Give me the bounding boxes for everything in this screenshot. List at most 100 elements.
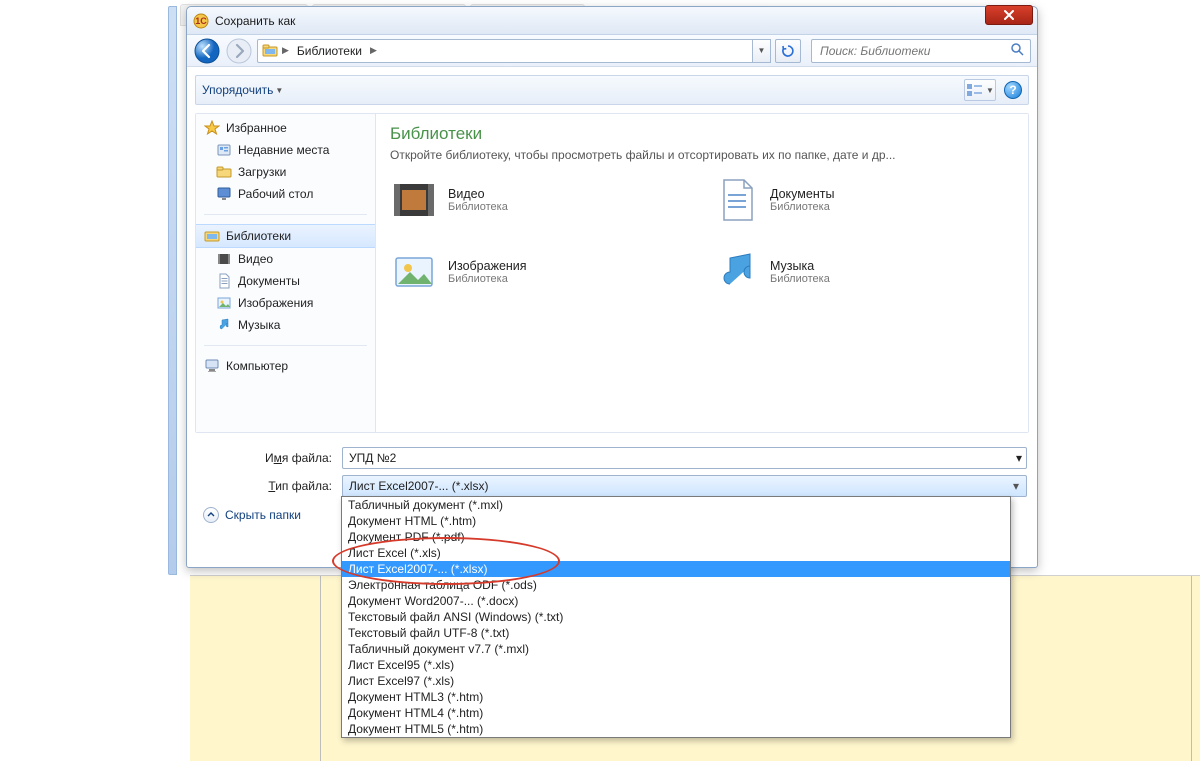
help-button[interactable]: ? bbox=[1004, 81, 1022, 99]
close-button[interactable] bbox=[985, 5, 1033, 25]
video-icon bbox=[216, 251, 232, 267]
filetype-option[interactable]: Табличный документ (*.mxl) bbox=[342, 497, 1010, 513]
filetype-option[interactable]: Документ Word2007-... (*.docx) bbox=[342, 593, 1010, 609]
chevron-right-icon[interactable]: ▶ bbox=[282, 45, 289, 56]
organize-label: Упорядочить bbox=[202, 83, 273, 97]
computer-icon bbox=[204, 358, 220, 374]
toolbar: Упорядочить ▼ ▼ ? bbox=[195, 75, 1029, 105]
nav-sidebar: Избранное Недавние места Загрузки Рабочи… bbox=[196, 114, 376, 432]
filename-value: УПД №2 bbox=[349, 451, 396, 465]
library-kind: Библиотека bbox=[770, 273, 830, 285]
sidebar-item-label: Документы bbox=[238, 274, 300, 288]
filetype-option[interactable]: Лист Excel97 (*.xls) bbox=[342, 673, 1010, 689]
libraries-icon bbox=[262, 43, 278, 59]
sidebar-favorites-root[interactable]: Избранное bbox=[196, 117, 375, 139]
breadcrumb-libraries[interactable]: Библиотеки bbox=[293, 42, 366, 60]
view-options-button[interactable]: ▼ bbox=[964, 79, 996, 101]
separator bbox=[204, 214, 367, 215]
filetype-option[interactable]: Лист Excel (*.xls) bbox=[342, 545, 1010, 561]
sidebar-item-label: Недавние места bbox=[238, 143, 329, 157]
save-as-dialog: 1C Сохранить как bbox=[186, 6, 1038, 568]
filetype-option[interactable]: Документ HTML3 (*.htm) bbox=[342, 689, 1010, 705]
chevron-right-icon[interactable]: ▶ bbox=[370, 45, 377, 56]
sidebar-item-videos[interactable]: Видео bbox=[196, 248, 375, 270]
sidebar-item-documents[interactable]: Документы bbox=[196, 270, 375, 292]
search-input[interactable] bbox=[818, 43, 1010, 59]
filetype-option[interactable]: Документ PDF (*.pdf) bbox=[342, 529, 1010, 545]
filetype-option[interactable]: Табличный документ v7.7 (*.mxl) bbox=[342, 641, 1010, 657]
address-bar[interactable]: ▶ Библиотеки ▶ bbox=[257, 39, 753, 63]
libraries-icon bbox=[204, 228, 220, 244]
dialog-body: Избранное Недавние места Загрузки Рабочи… bbox=[195, 113, 1029, 433]
library-name: Видео bbox=[448, 187, 508, 201]
sidebar-item-label: Изображения bbox=[238, 296, 313, 310]
filetype-dropdown-list[interactable]: Табличный документ (*.mxl)Документ HTML … bbox=[341, 496, 1011, 738]
pictures-icon bbox=[216, 295, 232, 311]
library-kind: Библиотека bbox=[448, 201, 508, 213]
library-name: Документы bbox=[770, 187, 834, 201]
document-icon bbox=[712, 176, 760, 224]
content-heading: Библиотеки bbox=[390, 124, 1014, 144]
titlebar[interactable]: 1C Сохранить как bbox=[187, 7, 1037, 35]
content-subtitle: Откройте библиотеку, чтобы просмотреть ф… bbox=[390, 148, 1014, 162]
library-item-documents[interactable]: ДокументыБиблиотека bbox=[712, 176, 1014, 224]
filetype-value: Лист Excel2007-... (*.xlsx) bbox=[349, 479, 488, 493]
pictures-icon bbox=[390, 248, 438, 296]
nav-forward-button[interactable] bbox=[225, 38, 253, 64]
sidebar-item-label: Компьютер bbox=[226, 359, 288, 373]
sidebar-computer-root[interactable]: Компьютер bbox=[196, 355, 375, 377]
filetype-option[interactable]: Лист Excel2007-... (*.xlsx) bbox=[342, 561, 1010, 577]
document-icon bbox=[216, 273, 232, 289]
parent-window-edge bbox=[168, 6, 177, 575]
address-history-dropdown[interactable]: ▼ bbox=[753, 39, 771, 63]
sidebar-item-downloads[interactable]: Загрузки bbox=[196, 161, 375, 183]
filetype-option[interactable]: Документ HTML (*.htm) bbox=[342, 513, 1010, 529]
chevron-down-icon[interactable]: ▾ bbox=[1016, 451, 1022, 465]
library-name: Изображения bbox=[448, 259, 527, 273]
svg-text:1C: 1C bbox=[195, 16, 207, 26]
sidebar-item-label: Библиотеки bbox=[226, 229, 291, 243]
sidebar-item-label: Загрузки bbox=[238, 165, 286, 179]
chevron-down-icon[interactable]: ▾ bbox=[1008, 478, 1024, 494]
filetype-combobox[interactable]: Лист Excel2007-... (*.xlsx) ▾ bbox=[342, 475, 1027, 497]
sidebar-item-music[interactable]: Музыка bbox=[196, 314, 375, 336]
desktop-icon bbox=[216, 186, 232, 202]
library-kind: Библиотека bbox=[770, 201, 834, 213]
sidebar-item-pictures[interactable]: Изображения bbox=[196, 292, 375, 314]
chevron-down-icon: ▼ bbox=[986, 86, 994, 95]
sidebar-item-label: Музыка bbox=[238, 318, 280, 332]
search-box[interactable] bbox=[811, 39, 1031, 63]
sidebar-libraries-root[interactable]: Библиотеки bbox=[196, 224, 375, 248]
filetype-option[interactable]: Текстовый файл UTF-8 (*.txt) bbox=[342, 625, 1010, 641]
library-item-videos[interactable]: ВидеоБиблиотека bbox=[390, 176, 692, 224]
chevron-down-icon: ▼ bbox=[275, 86, 283, 95]
organize-button[interactable]: Упорядочить ▼ bbox=[202, 83, 283, 97]
filetype-option[interactable]: Электронная таблица ODF (*.ods) bbox=[342, 577, 1010, 593]
sidebar-item-label: Рабочий стол bbox=[238, 187, 313, 201]
refresh-button[interactable] bbox=[775, 39, 801, 63]
library-name: Музыка bbox=[770, 259, 830, 273]
sidebar-item-recent[interactable]: Недавние места bbox=[196, 139, 375, 161]
library-item-music[interactable]: МузыкаБиблиотека bbox=[712, 248, 1014, 296]
library-item-pictures[interactable]: ИзображенияБиблиотека bbox=[390, 248, 692, 296]
folder-icon bbox=[216, 164, 232, 180]
hide-folders-label: Скрыть папки bbox=[225, 508, 301, 522]
filename-input[interactable]: УПД №2 ▾ bbox=[342, 447, 1027, 469]
sidebar-item-desktop[interactable]: Рабочий стол bbox=[196, 183, 375, 205]
filetype-option[interactable]: Документ HTML5 (*.htm) bbox=[342, 721, 1010, 737]
video-icon bbox=[390, 176, 438, 224]
filetype-option[interactable]: Документ HTML4 (*.htm) bbox=[342, 705, 1010, 721]
search-icon bbox=[1010, 42, 1024, 59]
app-icon: 1C bbox=[193, 13, 209, 29]
filetype-label: Тип файла: bbox=[197, 479, 342, 493]
nav-row: ▶ Библиотеки ▶ ▼ bbox=[187, 35, 1037, 67]
filetype-option[interactable]: Текстовый файл ANSI (Windows) (*.txt) bbox=[342, 609, 1010, 625]
sidebar-item-label: Видео bbox=[238, 252, 273, 266]
window-title: Сохранить как bbox=[215, 14, 295, 28]
nav-back-button[interactable] bbox=[193, 38, 221, 64]
recent-icon bbox=[216, 142, 232, 158]
star-icon bbox=[204, 120, 220, 136]
chevron-up-icon bbox=[203, 507, 219, 523]
filetype-option[interactable]: Лист Excel95 (*.xls) bbox=[342, 657, 1010, 673]
separator bbox=[204, 345, 367, 346]
